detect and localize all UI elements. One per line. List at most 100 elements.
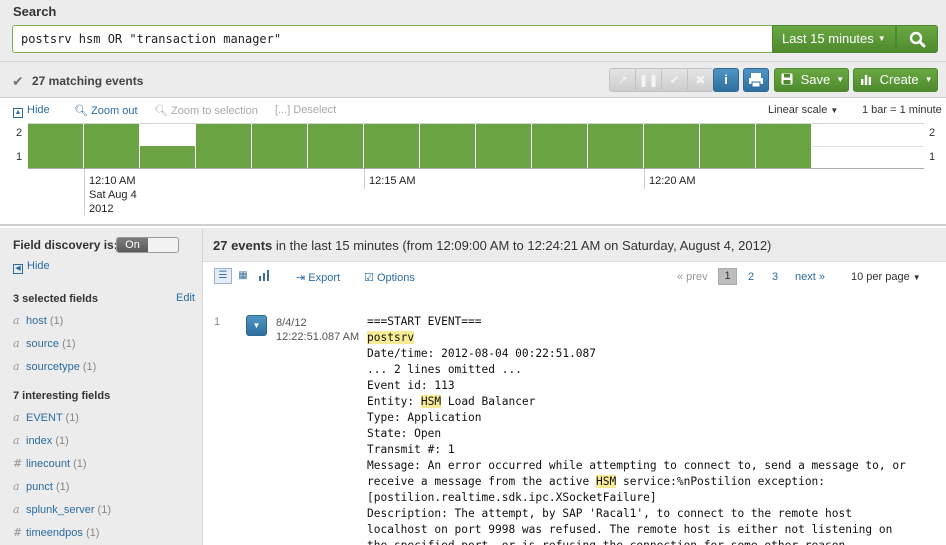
event-number: 1 [214, 316, 221, 328]
event-text: Type: Application [367, 411, 482, 424]
zoom-out-link[interactable]: 🔍︎ Zoom out [74, 104, 138, 117]
toggle-on-label: On [117, 238, 148, 252]
search-term-highlight[interactable]: HSM [420, 395, 442, 408]
field-item[interactable]: a source (1) [13, 337, 76, 350]
list-view-icon[interactable]: ☰ [214, 268, 232, 284]
chart-view-icon[interactable] [255, 268, 273, 284]
event-line: Entity: HSM Load Balancer [367, 394, 906, 410]
timeline-bar[interactable] [84, 124, 140, 168]
string-field-icon: a [13, 503, 20, 516]
event-text: State: Open [367, 427, 442, 440]
timeline-bar[interactable] [420, 124, 476, 168]
search-button[interactable] [896, 25, 938, 53]
event-text: Entity: [367, 395, 421, 408]
zoom-to-selection-link[interactable]: 🔍︎ Zoom to selection [154, 104, 258, 117]
options-link[interactable]: ☑ Options [364, 271, 415, 284]
print-button[interactable] [743, 68, 769, 92]
timeline-bar[interactable] [588, 124, 644, 168]
save-button[interactable]: Save ▼ [774, 68, 849, 92]
y-tick-left-mid: 1 [16, 151, 23, 163]
deselect-link[interactable]: [...] Deselect [275, 104, 336, 116]
field-discovery-toggle[interactable]: On [116, 237, 179, 253]
edit-fields-link[interactable]: Edit [176, 292, 195, 304]
string-field-icon: a [13, 337, 20, 350]
pager-page-1[interactable]: 1 [718, 268, 737, 285]
time-marker-line [644, 169, 645, 189]
timeline-hide-link[interactable]: ▲ Hide [13, 104, 50, 118]
create-button[interactable]: Create ▼ [853, 68, 938, 92]
timeline-bar[interactable] [28, 124, 84, 168]
field-item[interactable]: a splunk_server (1) [13, 503, 111, 516]
status-row: ✔ 27 matching events ↗ ❚❚ ✔ ✖ i Save ▼ C… [0, 62, 946, 98]
bucket-size-label: 1 bar = 1 minute [862, 104, 942, 116]
time-range-picker[interactable]: Last 15 minutes ▼ [772, 25, 896, 53]
search-input[interactable] [13, 26, 772, 52]
table-view-icon[interactable]: ▦ [234, 268, 252, 284]
event-line: Event id: 113 [367, 378, 906, 394]
timeline-bar[interactable] [532, 124, 588, 168]
events-summary: 27 events in the last 15 minutes (from 1… [213, 238, 771, 253]
event-text: Event id: 113 [367, 379, 455, 392]
field-item[interactable]: a host (1) [13, 314, 63, 327]
pager-prev[interactable]: « prev [677, 271, 708, 283]
arrow-up-right-icon: ↗ [617, 73, 628, 87]
timeline-bar[interactable] [140, 146, 196, 168]
field-item[interactable]: a index (1) [13, 434, 69, 447]
timeline-bar[interactable] [364, 124, 420, 168]
collapse-left-icon: ◀ [13, 264, 23, 274]
event-line: Message: An error occurred while attempt… [367, 458, 906, 474]
finalize-button[interactable]: ✔ [661, 68, 688, 92]
timeline-bar[interactable] [308, 124, 364, 168]
print-icon [749, 73, 763, 88]
event-raw-text[interactable]: ===START EVENT=== postsrv Date/time: 2012-… [367, 314, 906, 545]
field-discovery-panel: Field discovery is: On ◀ Hide 3 selected … [0, 228, 203, 545]
send-to-background-button[interactable]: ↗ [609, 68, 636, 92]
scale-dropdown[interactable]: Linear scale ▼ [768, 104, 838, 116]
timeline-bar[interactable] [644, 124, 700, 168]
export-link[interactable]: ⇥ Export [296, 271, 340, 284]
field-count: (1) [55, 435, 69, 447]
event-text: Description: The attempt, by SAP 'Racal1… [367, 507, 852, 520]
create-label: Create [879, 72, 919, 87]
job-inspector-button[interactable]: i [713, 68, 739, 92]
per-page-dropdown[interactable]: 10 per page ▼ [851, 271, 921, 283]
field-item[interactable]: a punct (1) [13, 480, 69, 493]
event-text: receive a message from the active [367, 475, 597, 488]
cancel-button[interactable]: ✖ [687, 68, 714, 92]
field-name: source [26, 338, 63, 350]
event-timestamp: 8/4/12 12:22:51.087 AM [276, 316, 359, 344]
save-label: Save [800, 72, 831, 87]
event-text: service:%nPostilion exception: [616, 475, 826, 488]
event-line: ===START EVENT=== [367, 314, 906, 330]
timeline-bar[interactable] [700, 124, 756, 168]
search-term-highlight[interactable]: postsrv [367, 331, 415, 344]
numeric-field-icon: # [13, 457, 23, 470]
info-icon: i [724, 72, 728, 87]
search-box[interactable] [12, 25, 772, 53]
search-term-highlight[interactable]: HSM [596, 475, 617, 488]
close-icon: ✖ [695, 73, 706, 87]
timeline-chart[interactable] [28, 123, 924, 169]
event-expand-button[interactable]: ▼ [246, 315, 267, 336]
pager-next[interactable]: next » [795, 271, 825, 283]
search-panel: Search Last 15 minutes▼ [0, 0, 946, 62]
timeline-bar[interactable] [252, 124, 308, 168]
timeline-bar[interactable] [756, 124, 812, 168]
field-item[interactable]: a sourcetype (1) [13, 360, 96, 373]
fields-hide-link[interactable]: ◀ Hide [13, 260, 50, 274]
event-time: 12:22:51.087 AM [276, 331, 360, 343]
field-name: EVENT [26, 412, 66, 424]
time-label-line: 12:15 AM [369, 175, 416, 187]
floppy-disk-icon [781, 73, 793, 85]
timeline-bar[interactable] [476, 124, 532, 168]
pager-page-3[interactable]: 3 [772, 271, 778, 283]
event-line: the specified port, or is refusing the c… [367, 538, 906, 545]
pager-page-2[interactable]: 2 [748, 271, 754, 283]
y-tick-left-max: 2 [16, 127, 23, 139]
field-item[interactable]: # timeendpos (1) [13, 526, 99, 539]
field-item[interactable]: a EVENT (1) [13, 411, 79, 424]
field-item[interactable]: # linecount (1) [13, 457, 87, 470]
events-toolbar: ☰ ▦ ⇥ Export ☑ Options « prev 1 2 3 next… [203, 262, 946, 292]
timeline-bar[interactable] [196, 124, 252, 168]
pause-button[interactable]: ❚❚ [635, 68, 662, 92]
